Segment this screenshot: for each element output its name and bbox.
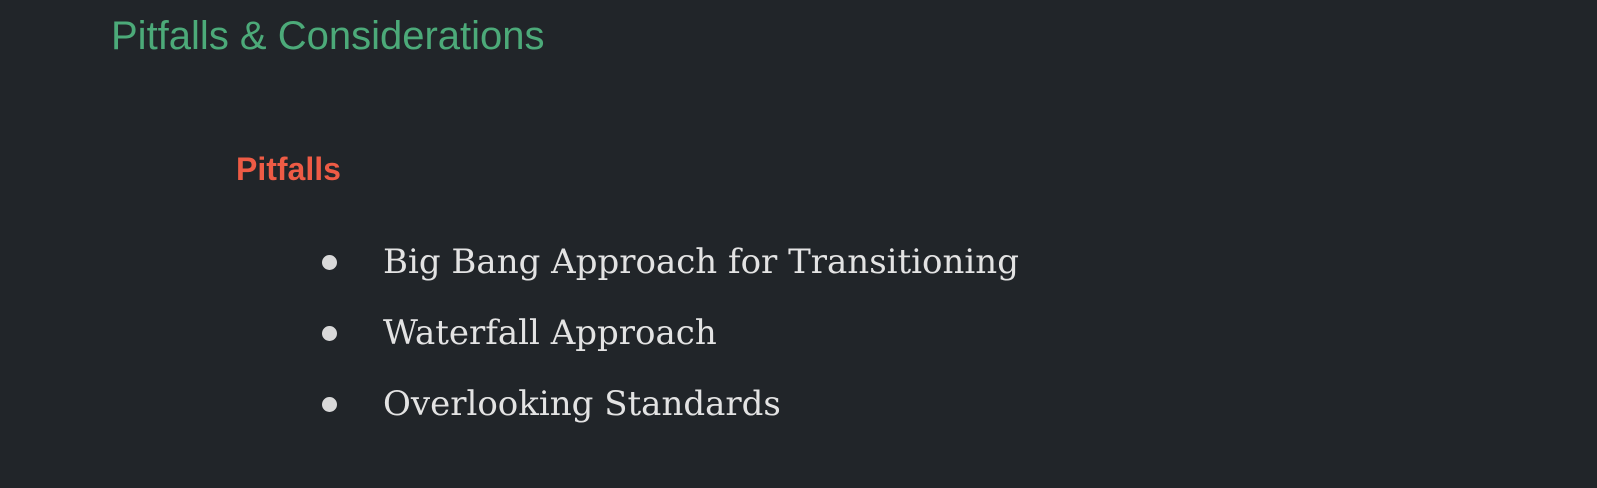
section-heading-pitfalls: Pitfalls [236,151,341,187]
bullet-dot-icon [322,396,337,412]
list-item-text: Waterfall Approach [383,313,717,353]
list-item-text: Big Bang Approach for Transitioning [383,242,1019,282]
bullet-dot-icon [322,325,337,341]
list-item: Waterfall Approach [322,309,1019,357]
list-item: Overlooking Standards [322,380,1019,428]
slide-title: Pitfalls & Considerations [111,14,545,58]
pitfalls-list: Big Bang Approach for Transitioning Wate… [322,238,1019,451]
bullet-dot-icon [322,254,337,270]
slide: Pitfalls & Considerations Pitfalls Big B… [0,0,1597,488]
list-item: Big Bang Approach for Transitioning [322,238,1019,286]
list-item-text: Overlooking Standards [383,384,781,424]
